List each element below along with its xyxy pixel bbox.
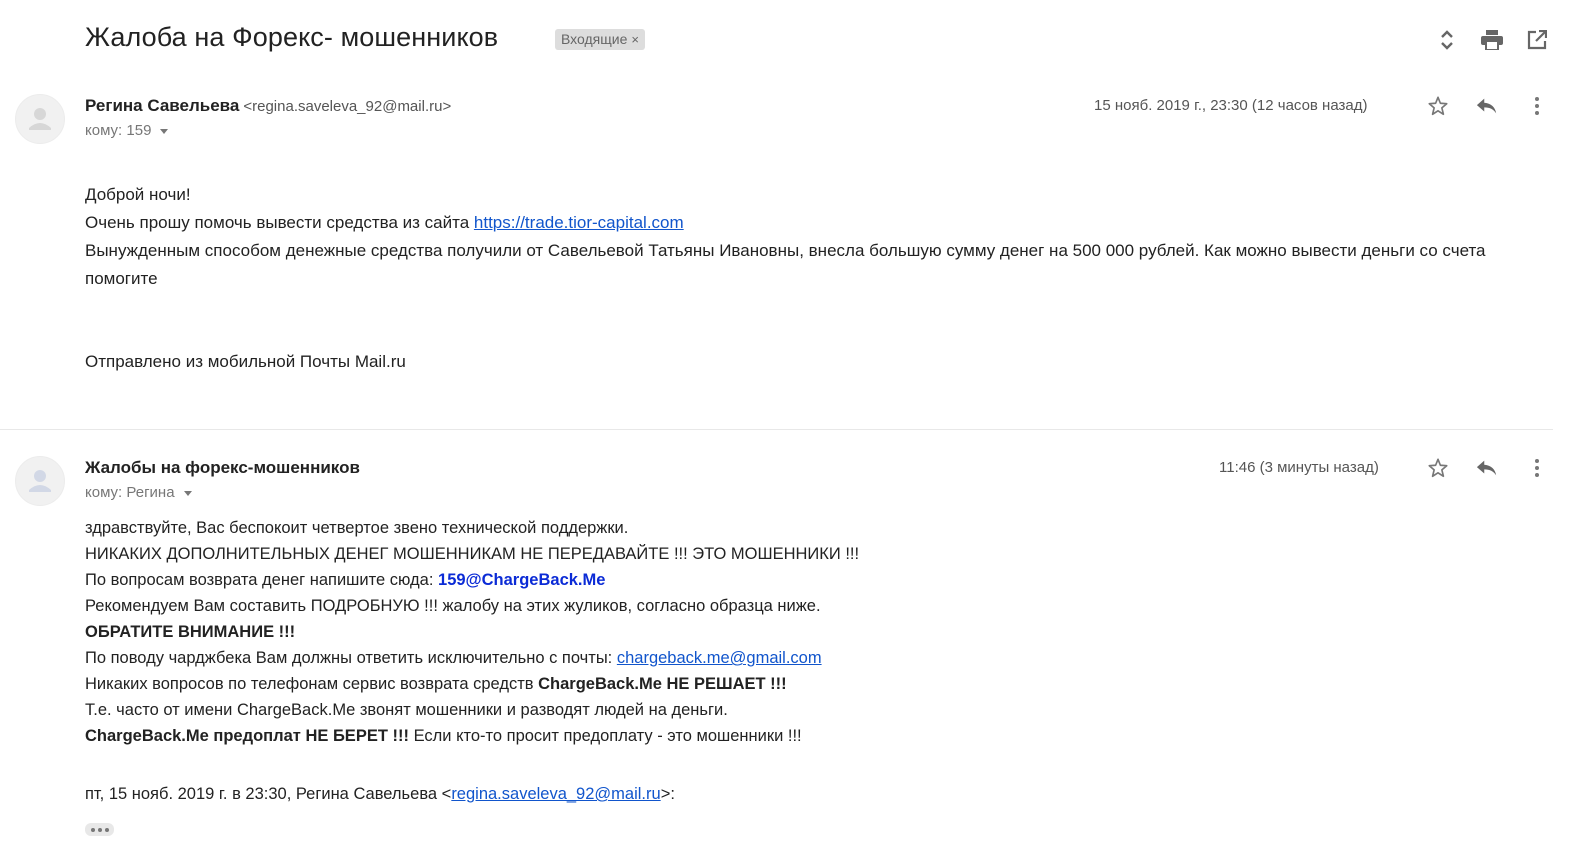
show-trimmed-content-button[interactable]	[85, 823, 114, 836]
sender-name[interactable]: Регина Савельева	[85, 96, 239, 115]
email-line: По поводу чарджбека Вам должны ответить …	[85, 645, 1485, 671]
contact-text: По вопросам возврата денег напишите сюда…	[85, 571, 439, 589]
message2-body: здравствуйте, Вас беспокоит четвертое зв…	[85, 515, 1485, 749]
sender-avatar	[15, 456, 65, 506]
recipients-text: кому: Регина	[85, 484, 175, 501]
dot-icon	[104, 827, 109, 832]
body-paragraph: Вынужденным способом денежные средства п…	[85, 241, 1486, 288]
sender-email: <regina.saveleva_92@mail.ru>	[243, 98, 452, 115]
label-chip-text: Входящие	[561, 31, 628, 47]
contact-line: По вопросам возврата денег напишите сюда…	[85, 567, 1485, 593]
label-remove-icon[interactable]: ×	[631, 32, 639, 47]
more-options-icon[interactable]	[1524, 455, 1550, 481]
message1-recipients[interactable]: кому: 159	[85, 122, 169, 139]
more-options-icon[interactable]	[1524, 93, 1550, 119]
sender-avatar	[15, 94, 65, 144]
prepay-line: ChargeBack.Me предоплат НЕ БЕРЕТ !!! Есл…	[85, 723, 1485, 749]
star-icon[interactable]	[1425, 455, 1451, 481]
body-line: Т.е. часто от имени ChargeBack.Me звонят…	[85, 701, 728, 719]
expand-collapse-icon[interactable]	[1434, 27, 1460, 53]
site-link[interactable]: https://trade.tior-capital.com	[474, 213, 684, 232]
phone-line: Никаких вопросов по телефонам сервис воз…	[85, 671, 1485, 697]
mobile-signature: Отправлено из мобильной Почты Mail.ru	[85, 352, 406, 371]
thread-subject: Жалоба на Форекс- мошенников	[85, 22, 499, 52]
prepay-text: Если кто-то просит предоплату - это моше…	[408, 727, 802, 745]
quote-suffix: >:	[660, 785, 675, 803]
request-line: Очень прошу помочь вывести средства из с…	[85, 209, 1515, 237]
dot-icon	[90, 827, 95, 832]
prepay-bold: ChargeBack.Me предоплат НЕ БЕРЕТ !!!	[85, 727, 409, 745]
email-line-text: По поводу чарджбека Вам должны ответить …	[85, 649, 617, 667]
phone-line-bold: ChargeBack.Me НЕ РЕШАЕТ !!!	[538, 675, 787, 693]
body-line: здравствуйте, Вас беспокоит четвертое зв…	[85, 519, 629, 537]
greeting-line: Доброй ночи!	[85, 185, 191, 204]
reply-icon[interactable]	[1474, 455, 1500, 481]
message1-date: 15 нояб. 2019 г., 23:30 (12 часов назад)	[1094, 97, 1368, 114]
star-icon[interactable]	[1425, 93, 1451, 119]
message1-body: Доброй ночи! Очень прошу помочь вывести …	[85, 181, 1515, 293]
phone-line-text: Никаких вопросов по телефонам сервис воз…	[85, 675, 539, 693]
message-divider	[0, 429, 1553, 430]
message1-sender: Регина Савельева <regina.saveleva_92@mail…	[85, 96, 451, 116]
warning-line: НИКАКИХ ДОПОЛНИТЕЛЬНЫХ ДЕНЕГ МОШЕННИКАМ …	[85, 545, 860, 563]
quote-header: пт, 15 нояб. 2019 г. в 23:30, Регина Сав…	[85, 781, 675, 807]
body-line: Рекомендуем Вам составить ПОДРОБНУЮ !!! …	[85, 597, 821, 615]
chevron-down-icon[interactable]	[183, 490, 192, 496]
dot-icon	[97, 827, 102, 832]
message2-sender-name[interactable]: Жалобы на форекс-мошенников	[85, 458, 360, 478]
label-chip-inbox[interactable]: Входящие ×	[555, 29, 645, 50]
message2-date: 11:46 (3 минуты назад)	[1219, 459, 1379, 476]
message2-recipients[interactable]: кому: Регина	[85, 484, 192, 501]
quote-prefix: пт, 15 нояб. 2019 г. в 23:30, Регина Сав…	[85, 785, 452, 803]
print-icon[interactable]	[1479, 27, 1505, 53]
request-text: Очень прошу помочь вывести средства из с…	[85, 213, 474, 232]
chevron-down-icon[interactable]	[160, 128, 169, 134]
chargeback-email[interactable]: 159@ChargeBack.Me	[438, 571, 605, 589]
open-in-new-window-icon[interactable]	[1524, 27, 1550, 53]
gmail-link[interactable]: chargeback.me@gmail.com	[617, 649, 822, 667]
attention-line: ОБРАТИТЕ ВНИМАНИЕ !!!	[85, 623, 296, 641]
quote-email-link[interactable]: regina.saveleva_92@mail.ru	[451, 785, 660, 803]
recipients-text: кому: 159	[85, 122, 152, 139]
reply-icon[interactable]	[1474, 93, 1500, 119]
